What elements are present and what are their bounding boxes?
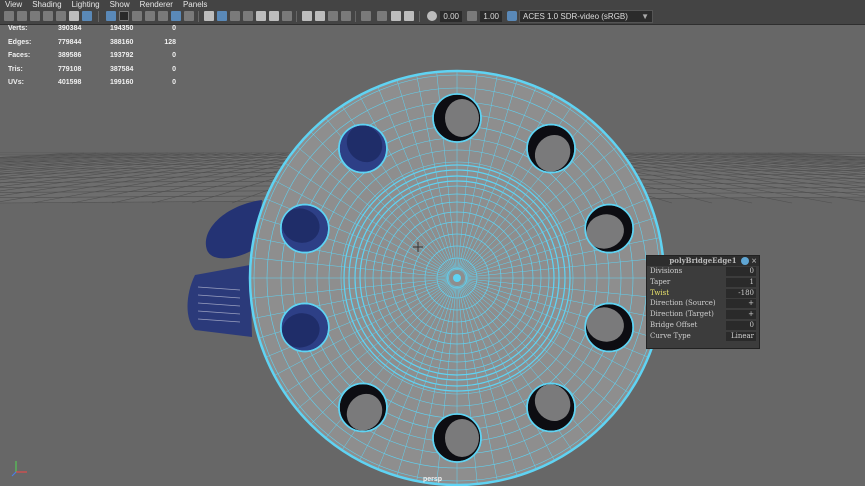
menu-view[interactable]: View xyxy=(0,0,27,9)
menu-show[interactable]: Show xyxy=(105,0,135,9)
panel-toolbar: 0.00 1.00 ACES 1.0 SDR-video (sRGB) ▼ xyxy=(0,9,865,25)
grease-pencil-icon[interactable] xyxy=(56,11,66,21)
colorspace-icon[interactable] xyxy=(507,11,517,21)
attr-value-curve-type[interactable]: Linear xyxy=(726,331,756,341)
exposure-field[interactable]: 0.00 xyxy=(440,11,462,22)
safe-action-icon[interactable] xyxy=(119,11,129,21)
bookmark-icon[interactable] xyxy=(17,11,27,21)
gamma-icon[interactable] xyxy=(467,11,477,21)
menu-bar: View Shading Lighting Show Renderer Pane… xyxy=(0,0,865,9)
menu-lighting[interactable]: Lighting xyxy=(67,0,105,9)
attr-value-taper[interactable]: 1 xyxy=(726,277,756,287)
attr-value-bridge-offset[interactable]: 0 xyxy=(726,320,756,330)
backface-icon[interactable] xyxy=(404,11,414,21)
textured-icon[interactable] xyxy=(243,11,253,21)
default-material-icon[interactable] xyxy=(230,11,240,21)
lug-hole-inner xyxy=(445,419,479,457)
attr-value-divisions[interactable]: 0 xyxy=(726,267,756,276)
hub-center xyxy=(453,274,461,282)
hud-row-verts: Verts: 390384 194350 0 xyxy=(8,25,176,33)
in-view-editor-header: polyBridgeEdge1 × xyxy=(647,256,759,266)
attr-row-taper[interactable]: Taper 1 xyxy=(647,277,759,288)
grid-icon[interactable] xyxy=(69,11,79,21)
in-view-editor-polyBridgeEdge[interactable]: polyBridgeEdge1 × Divisions 0 Taper 1 Tw… xyxy=(646,255,760,349)
hud-row-edges: Edges: 779844 388160 128 xyxy=(8,38,176,46)
attr-row-direction-source[interactable]: Direction (Source) + xyxy=(647,298,759,309)
lug-hole-inner xyxy=(445,99,479,137)
isolate-icon[interactable] xyxy=(361,11,371,21)
wireframe-on-shaded-icon[interactable] xyxy=(217,11,227,21)
node-icon xyxy=(741,257,749,265)
resolution-gate-icon[interactable] xyxy=(106,11,116,21)
close-icon[interactable]: × xyxy=(751,256,757,266)
menu-renderer[interactable]: Renderer xyxy=(135,0,178,9)
anti-aliasing-icon[interactable] xyxy=(328,11,338,21)
image-plane-icon[interactable] xyxy=(30,11,40,21)
attr-row-bridge-offset[interactable]: Bridge Offset 0 xyxy=(647,320,759,331)
view-axis-icon xyxy=(11,461,27,477)
menu-shading[interactable]: Shading xyxy=(27,0,66,9)
motion-blur-icon[interactable] xyxy=(315,11,325,21)
attr-value-direction-source[interactable]: + xyxy=(726,299,756,309)
poly-count-hud: Verts: 390384 194350 0 Edges: 779844 388… xyxy=(8,25,176,90)
safe-title-icon[interactable] xyxy=(158,11,168,21)
film-gate-icon[interactable] xyxy=(82,11,92,21)
menu-panels[interactable]: Panels xyxy=(178,0,212,9)
lights-icon[interactable] xyxy=(269,11,279,21)
attr-row-divisions[interactable]: Divisions 0 xyxy=(647,266,759,277)
hud-row-tris: Tris: 779108 387584 0 xyxy=(8,65,176,73)
color-space-dropdown[interactable]: ACES 1.0 SDR-video (sRGB) ▼ xyxy=(519,10,653,23)
hud-row-faces: Faces: 389586 193792 0 xyxy=(8,52,176,60)
camera-icon[interactable] xyxy=(4,11,14,21)
node-title: polyBridgeEdge1 xyxy=(669,256,737,265)
attr-row-twist[interactable]: Twist -180 xyxy=(647,288,759,299)
field-chart-icon[interactable] xyxy=(145,11,155,21)
attr-value-twist[interactable]: -180 xyxy=(726,288,756,298)
xray-joints-icon[interactable] xyxy=(391,11,401,21)
attr-value-direction-target[interactable]: + xyxy=(726,310,756,320)
xray-icon[interactable] xyxy=(377,11,387,21)
exposure-icon[interactable] xyxy=(427,11,437,21)
camera-name-label: persp xyxy=(422,476,443,483)
gate-mask-icon[interactable] xyxy=(132,11,142,21)
ambient-occlusion-icon[interactable] xyxy=(302,11,312,21)
depth-of-field-icon[interactable] xyxy=(341,11,351,21)
wireframe-icon[interactable] xyxy=(171,11,181,21)
chevron-down-icon: ▼ xyxy=(641,12,649,21)
smooth-shade-icon[interactable] xyxy=(204,11,214,21)
shadows-icon[interactable] xyxy=(282,11,292,21)
gamma-field[interactable]: 1.00 xyxy=(480,11,502,22)
shaded-icon[interactable] xyxy=(184,11,194,21)
attr-row-curve-type[interactable]: Curve Type Linear xyxy=(647,331,759,342)
attr-row-direction-target[interactable]: Direction (Target) + xyxy=(647,309,759,320)
tire-tread xyxy=(187,265,252,337)
checker-icon[interactable] xyxy=(256,11,266,21)
2d-pan-icon[interactable] xyxy=(43,11,53,21)
hud-row-uvs: UVs: 401598 199160 0 xyxy=(8,79,176,87)
color-space-value: ACES 1.0 SDR-video (sRGB) xyxy=(523,12,628,21)
